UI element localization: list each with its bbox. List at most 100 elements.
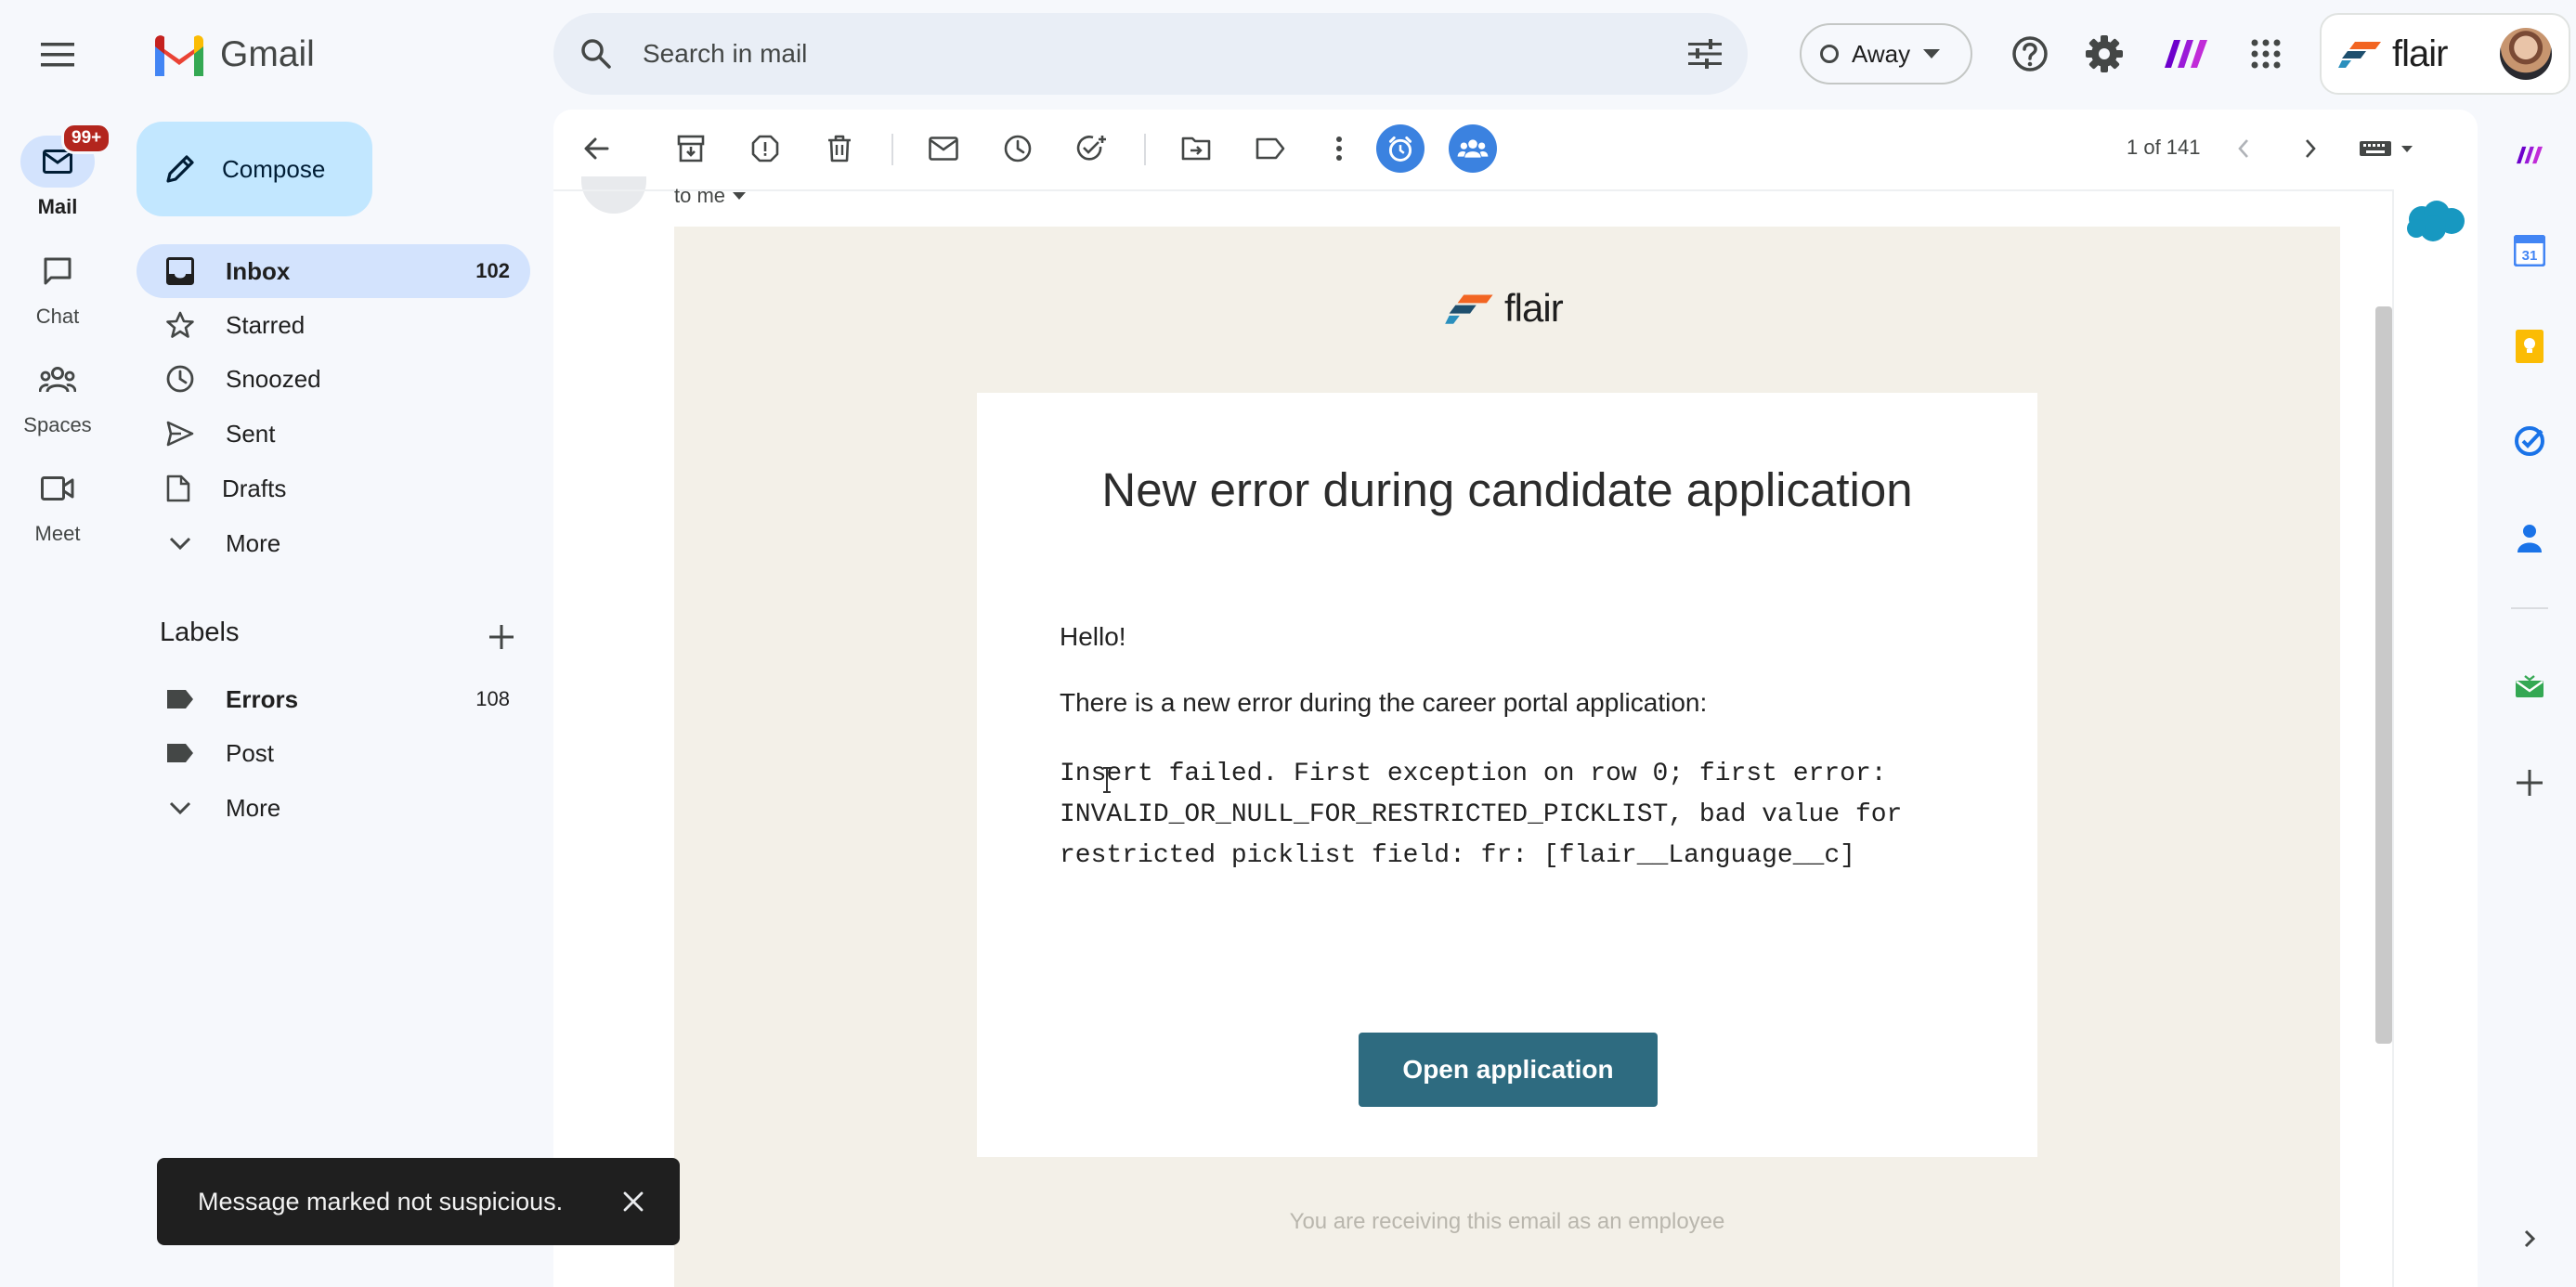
compose-button[interactable]: Compose (137, 122, 372, 216)
spaces-icon (39, 367, 76, 393)
extension-team-button[interactable] (1449, 124, 1497, 173)
snackbar-close-button[interactable] (613, 1181, 654, 1222)
gmail-logo[interactable]: Gmail (151, 28, 315, 82)
add-to-tasks-button[interactable] (1068, 124, 1116, 173)
chevron-right-icon (2306, 139, 2316, 158)
right-rail-divider (2511, 607, 2548, 609)
status-selector[interactable]: Away (1800, 23, 1972, 84)
right-rail-make[interactable] (2504, 129, 2556, 181)
trash-icon (828, 135, 851, 162)
rail-meet[interactable]: Meet (0, 462, 115, 546)
right-rail-keep[interactable] (2504, 320, 2556, 372)
main-menu-button[interactable] (33, 31, 82, 79)
star-icon (166, 311, 194, 338)
rail-chat-label: Chat (35, 305, 80, 328)
mail-icon (43, 150, 72, 174)
rail-chat-pill (20, 245, 95, 297)
newer-button[interactable] (2219, 124, 2268, 173)
delete-button[interactable] (815, 124, 864, 173)
help-icon (2012, 36, 2048, 72)
sidebar-label-errors[interactable]: Errors 108 (137, 672, 530, 726)
rail-spaces[interactable]: Spaces (0, 354, 115, 437)
salesforce-extension[interactable] (2401, 197, 2468, 245)
older-button[interactable] (2286, 124, 2335, 173)
mark-unread-button[interactable] (919, 124, 968, 173)
labels-button[interactable] (1246, 124, 1295, 173)
email-footer-text: You are receiving this email as an emplo… (1289, 1209, 1725, 1234)
get-addons-button[interactable] (2504, 757, 2556, 809)
open-application-button[interactable]: Open application (1359, 1033, 1658, 1107)
sidebar-label-post[interactable]: Post (137, 726, 530, 780)
email-intro-text: There is a new error during the career p… (1060, 688, 1708, 717)
back-button[interactable] (572, 124, 620, 173)
right-rail-tasks[interactable] (2504, 415, 2556, 467)
caret-down-icon (1923, 49, 1941, 58)
app-title: Gmail (220, 34, 315, 74)
search-bar[interactable]: Search in mail (553, 13, 1748, 95)
text-cursor-icon (1103, 767, 1111, 793)
move-to-button[interactable] (1172, 124, 1220, 173)
draft-file-icon (166, 474, 190, 502)
clock-icon (1004, 135, 1032, 162)
error-details: Insert failed. First exception on row 0;… (1060, 754, 1951, 877)
apps-grid-icon (2251, 39, 2281, 69)
sidebar-item-snoozed[interactable]: Snoozed (137, 352, 530, 406)
sidebar-item-more[interactable]: More (137, 516, 530, 570)
sidebar-item-sent[interactable]: Sent (137, 407, 530, 461)
video-camera-icon (41, 476, 74, 500)
alarm-clock-icon (1376, 124, 1425, 173)
sidebar-item-label: Snoozed (226, 364, 321, 393)
scrollbar-thumb[interactable] (2375, 306, 2392, 1044)
more-actions-button[interactable] (1315, 124, 1363, 173)
flair-logo-icon (2338, 42, 2381, 68)
sidebar-item-inbox[interactable]: Inbox 102 (137, 244, 530, 298)
plus-icon (489, 625, 514, 649)
input-tools-button[interactable] (2355, 124, 2420, 173)
snackbar: Message marked not suspicious. (157, 1158, 680, 1245)
rail-spaces-label: Spaces (23, 413, 92, 436)
report-spam-button[interactable] (741, 124, 789, 173)
rail-meet-label: Meet (34, 522, 81, 545)
hide-side-panel-button[interactable] (2504, 1213, 2556, 1265)
labels-heading: Labels (160, 618, 240, 647)
flair-logo-icon (1445, 294, 1493, 324)
folder-move-icon (1181, 136, 1211, 161)
extension-alarm-button[interactable] (1376, 124, 1425, 173)
archive-button[interactable] (667, 124, 715, 173)
extension-button[interactable] (2160, 28, 2212, 80)
salesforce-cloud-icon (2407, 201, 2465, 241)
scrollbar-track (2392, 189, 2394, 1287)
flair-brand-text: flair (2392, 32, 2448, 74)
apps-button[interactable] (2240, 28, 2292, 80)
search-options-icon[interactable] (1688, 39, 1722, 69)
toolbar-divider (1144, 134, 1146, 165)
sidebar-labels-more[interactable]: More (137, 781, 530, 835)
right-rail-contacts[interactable] (2504, 512, 2556, 564)
chat-icon (44, 257, 72, 285)
inbox-count: 102 (475, 259, 510, 282)
send-icon (166, 421, 194, 447)
group-icon (1449, 124, 1497, 173)
rail-mail[interactable]: 99+ Mail (0, 123, 115, 219)
error-line: INVALID_OR_NULL_FOR_RESTRICTED_PICKLIST,… (1060, 800, 1903, 829)
search-input[interactable]: Search in mail (643, 39, 1688, 69)
rail-chat[interactable]: Chat (0, 245, 115, 329)
label-outline-icon (1255, 137, 1285, 160)
sidebar-item-starred[interactable]: Starred (137, 298, 530, 352)
recipient-details[interactable]: to me (674, 184, 747, 208)
support-button[interactable] (2004, 28, 2056, 80)
gmail-m-icon (155, 35, 203, 76)
caret-down-icon (733, 192, 747, 200)
email-brand-text: flair (1504, 286, 1564, 330)
right-rail-calendar[interactable]: 31 (2504, 225, 2556, 277)
settings-button[interactable] (2078, 28, 2130, 80)
svg-text:31: 31 (2522, 248, 2538, 264)
sidebar-item-drafts[interactable]: Drafts (137, 462, 530, 515)
chevron-right-icon (2524, 1229, 2536, 1248)
user-avatar[interactable] (2500, 28, 2552, 80)
snooze-button[interactable] (994, 124, 1042, 173)
account-button[interactable]: flair (2320, 13, 2570, 95)
right-rail-addon[interactable] (2504, 661, 2556, 713)
create-label-button[interactable] (477, 613, 526, 661)
label-tag-icon (167, 744, 193, 762)
